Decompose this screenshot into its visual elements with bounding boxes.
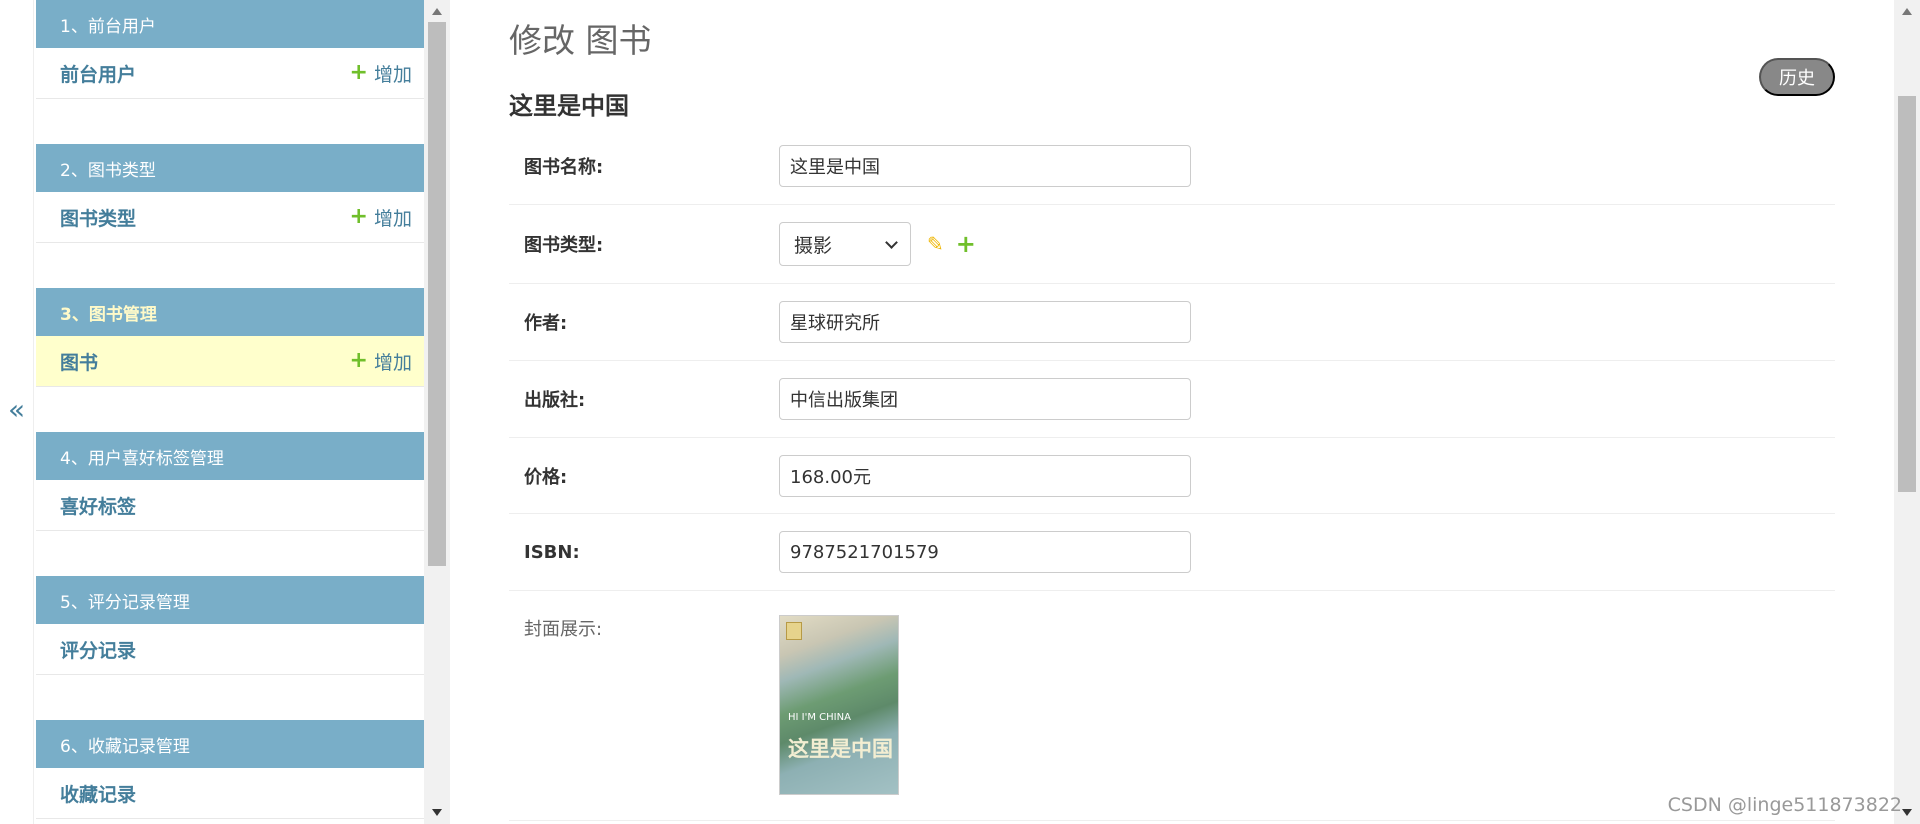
sidebar-item-rating-records: 评分记录 [36, 624, 424, 675]
field-label: 作者: [524, 313, 568, 334]
scrollbar-thumb[interactable] [1898, 96, 1916, 492]
price-input[interactable]: 168.00元 [779, 454, 1191, 497]
plus-icon: + [349, 204, 368, 229]
module-frontend-users: 1、前台用户 前台用户 + 增加 [36, 0, 424, 99]
author-input[interactable]: 星球研究所 [779, 301, 1191, 343]
form-row-category: 图书类型: 摄影 ✎ + [509, 205, 1835, 284]
book-cover-image: HI I'M CHINA 这里是中国 [779, 615, 899, 795]
scroll-up-arrow-icon[interactable] [1902, 8, 1912, 15]
sidebar-item-label[interactable]: 图书 [60, 348, 98, 375]
add-link[interactable]: + 增加 [350, 348, 412, 375]
chevron-down-icon [885, 235, 898, 249]
form-row-author: 作者: 星球研究所 [509, 284, 1835, 361]
watermark: CSDN @linge511873822 [1667, 794, 1902, 816]
double-chevron-left-icon: « [8, 393, 26, 426]
book-category-select[interactable]: 摄影 [779, 222, 911, 266]
sidebar-scrollbar[interactable] [424, 0, 450, 824]
sidebar-item-label[interactable]: 评分记录 [60, 636, 136, 663]
cover-english-text: HI I'M CHINA [788, 712, 851, 723]
pencil-icon[interactable]: ✎ [927, 232, 944, 256]
sidebar-item-label[interactable]: 前台用户 [60, 60, 136, 87]
field-label: 图书类型: [524, 235, 604, 256]
form-row-name: 图书名称: 这里是中国 [509, 128, 1835, 205]
field-label: ISBN: [524, 541, 580, 563]
field-label: 封面展示: [524, 619, 603, 640]
sidebar-item-label[interactable]: 收藏记录 [60, 780, 136, 807]
main-scrollbar[interactable] [1894, 0, 1920, 824]
change-form: 图书名称: 这里是中国 图书类型: 摄影 ✎ + 作者: 星球研究所 出版社: … [509, 128, 1835, 821]
plus-icon: + [349, 348, 368, 373]
module-book-management: 3、图书管理 图书 + 增加 [36, 288, 424, 387]
module-header[interactable]: 5、评分记录管理 [36, 576, 424, 624]
module-favorite-records: 6、收藏记录管理 收藏记录 [36, 720, 424, 819]
sidebar: 1、前台用户 前台用户 + 增加 2、图书类型 图书类型 + 增加 3、图书管理… [36, 0, 424, 824]
publisher-input[interactable]: 中信出版集团 [779, 378, 1191, 420]
select-value: 摄影 [794, 234, 833, 257]
scroll-up-arrow-icon[interactable] [432, 8, 442, 15]
isbn-input[interactable]: 9787521701579 [779, 531, 1191, 573]
module-user-tags: 4、用户喜好标签管理 喜好标签 [36, 432, 424, 531]
sidebar-item-frontend-users: 前台用户 + 增加 [36, 48, 424, 99]
sidebar-item-book-types: 图书类型 + 增加 [36, 192, 424, 243]
scrollbar-thumb[interactable] [428, 22, 446, 566]
module-header[interactable]: 2、图书类型 [36, 144, 424, 192]
form-row-price: 价格: 168.00元 [509, 438, 1835, 514]
module-header[interactable]: 1、前台用户 [36, 0, 424, 48]
add-link[interactable]: + 增加 [350, 60, 412, 87]
sidebar-item-favorite-tags: 喜好标签 [36, 480, 424, 531]
object-title: 这里是中国 [509, 92, 629, 120]
module-rating-records: 5、评分记录管理 评分记录 [36, 576, 424, 675]
sidebar-collapse-toggle[interactable]: « [0, 0, 34, 824]
field-label: 出版社: [524, 390, 586, 411]
sidebar-item-favorite-records: 收藏记录 [36, 768, 424, 819]
scroll-down-arrow-icon[interactable] [432, 809, 442, 816]
add-link[interactable]: + 增加 [350, 204, 412, 231]
sidebar-item-label[interactable]: 图书类型 [60, 204, 136, 231]
history-button[interactable]: 历史 [1759, 58, 1835, 96]
field-label: 价格: [524, 466, 568, 488]
add-label: 增加 [373, 63, 412, 86]
add-label: 增加 [373, 207, 412, 230]
cover-chinese-text: 这里是中国 [788, 737, 893, 761]
sidebar-item-label[interactable]: 喜好标签 [60, 492, 136, 519]
module-header[interactable]: 4、用户喜好标签管理 [36, 432, 424, 480]
plus-icon: + [349, 60, 368, 85]
plus-icon[interactable]: + [956, 230, 976, 258]
field-label: 图书名称: [524, 157, 604, 178]
form-row-isbn: ISBN: 9787521701579 [509, 514, 1835, 591]
sidebar-item-books: 图书 + 增加 [36, 336, 424, 387]
scroll-down-arrow-icon[interactable] [1902, 809, 1912, 816]
page-title: 修改 图书 [509, 21, 652, 60]
book-name-input[interactable]: 这里是中国 [779, 145, 1191, 187]
form-row-cover: 封面展示: HI I'M CHINA 这里是中国 [509, 591, 1835, 821]
add-label: 增加 [373, 351, 412, 374]
module-header[interactable]: 6、收藏记录管理 [36, 720, 424, 768]
cover-badge [786, 622, 802, 640]
module-book-types: 2、图书类型 图书类型 + 增加 [36, 144, 424, 243]
module-header-active[interactable]: 3、图书管理 [36, 288, 424, 336]
form-row-publisher: 出版社: 中信出版集团 [509, 361, 1835, 438]
main-content: 修改 图书 历史 这里是中国 图书名称: 这里是中国 图书类型: 摄影 ✎ + … [509, 0, 1835, 824]
